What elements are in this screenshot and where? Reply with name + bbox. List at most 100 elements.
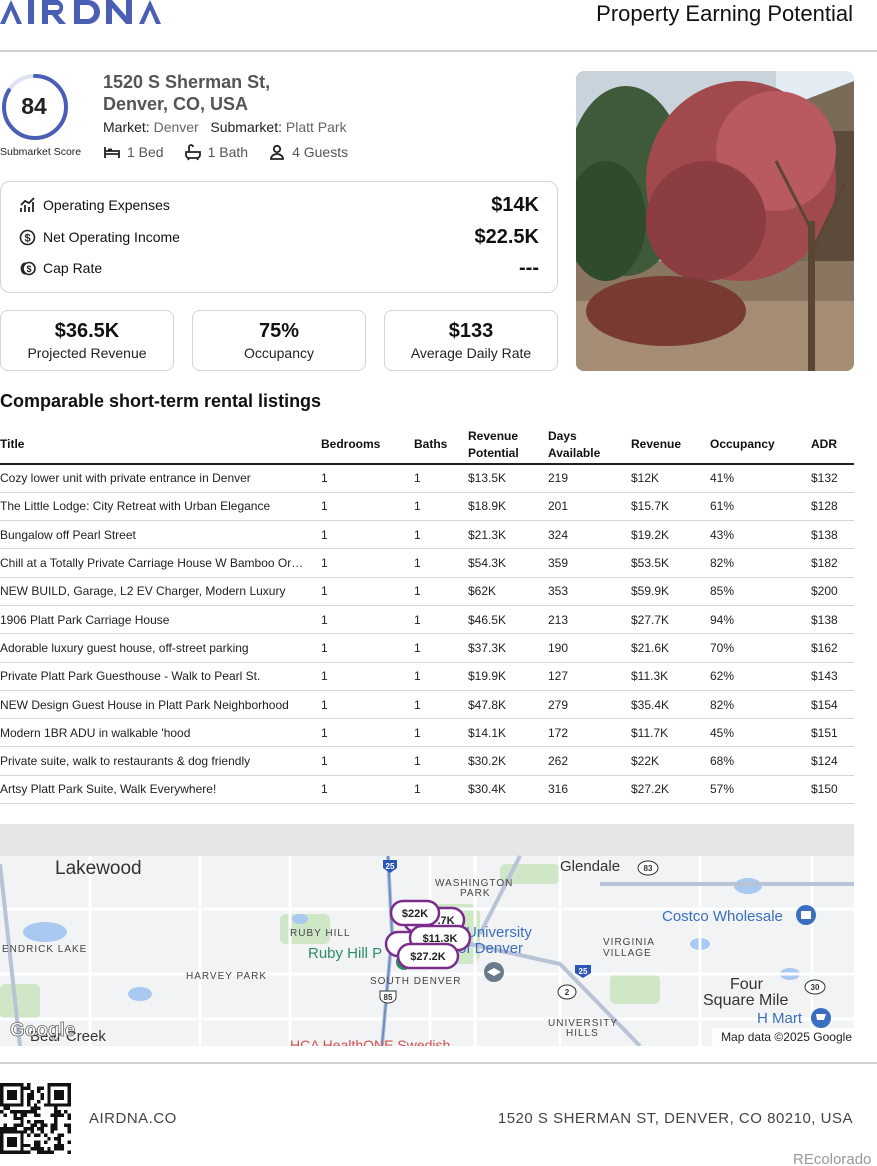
map-label-costco: Costco Wholesale — [662, 908, 783, 925]
market-value: Denver — [153, 119, 199, 135]
cell-occupancy: 57% — [710, 775, 811, 805]
cell-revenue-potential: $30.4K — [468, 775, 548, 805]
cell-title: The Little Lodge: City Retreat with Urba… — [0, 492, 321, 522]
map-label-hmart: H Mart — [757, 1010, 803, 1027]
map-label-glendale: Glendale — [560, 858, 620, 875]
hmart-pin-icon[interactable] — [811, 1008, 831, 1028]
map-label-south-denver: SOUTH DENVER — [370, 976, 461, 987]
cell-baths: 1 — [414, 548, 468, 578]
cell-revenue-potential: $30.2K — [468, 746, 548, 776]
cell-adr: $143 — [811, 662, 854, 691]
costco-pin-icon[interactable] — [796, 905, 816, 925]
cell-bedrooms: 1 — [321, 690, 414, 720]
guests-count: 4 Guests — [292, 144, 349, 160]
price-pin[interactable]: $27.2K — [396, 942, 460, 970]
google-logo: Google — [10, 1020, 75, 1041]
table-row[interactable]: Adorable luxury guest house, off-street … — [0, 633, 854, 663]
cell-days-available: 324 — [548, 520, 631, 550]
header-line: Days — [548, 428, 577, 443]
table-row[interactable]: Modern 1BR ADU in walkable 'hood 1 1 $14.1K… — [0, 718, 854, 748]
cell-adr: $200 — [811, 577, 854, 606]
cell-occupancy: 43% — [710, 520, 811, 550]
amenities: 1 Bed 1 Bath 4 Guests — [103, 143, 348, 161]
column-header-revenue[interactable]: Revenue — [631, 426, 710, 465]
property-address: 1520 S Sherman St, Denver, CO, USA — [103, 71, 270, 115]
route-shield-30: 30 — [804, 979, 826, 995]
price-pin[interactable]: $22K — [389, 899, 441, 927]
cell-baths: 1 — [414, 662, 468, 691]
cell-revenue-potential: $14.1K — [468, 718, 548, 748]
table-row[interactable]: Cozy lower unit with private entrance in… — [0, 464, 854, 493]
expenses-chart-icon — [20, 196, 35, 212]
cell-bedrooms: 1 — [321, 718, 414, 748]
cell-title: NEW BUILD, Garage, L2 EV Charger, Modern… — [0, 577, 321, 606]
footer-divider — [0, 1062, 877, 1064]
metric-value: 75% — [258, 320, 300, 342]
cell-days-available: 127 — [548, 662, 631, 691]
table-row[interactable]: Private Platt Park Guesthouse - Walk to … — [0, 662, 854, 691]
metric-projected-revenue: $36.5K Projected Revenue — [0, 310, 174, 371]
metric-value: $36.5K — [54, 320, 120, 342]
table-row[interactable]: Chill at a Totally Private Carriage Hous… — [0, 548, 854, 578]
map-label-four: Four — [730, 976, 764, 993]
cell-days-available: 353 — [548, 577, 631, 606]
cell-bedrooms: 1 — [321, 464, 414, 493]
column-header-title[interactable]: Title — [0, 426, 321, 465]
column-header-revenue-potential[interactable]: Revenue Potential — [468, 426, 548, 465]
cell-revenue: $27.2K — [631, 775, 710, 805]
cell-baths: 1 — [414, 690, 468, 720]
submarket-label: Submarket: — [210, 119, 282, 135]
column-header-bedrooms[interactable]: Bedrooms — [321, 426, 414, 465]
table-row[interactable]: Artsy Platt Park Suite, Walk Everywhere!… — [0, 775, 854, 805]
cell-title: Private suite, walk to restaurants & dog… — [0, 746, 321, 776]
cell-occupancy: 61% — [710, 492, 811, 522]
column-header-baths[interactable]: Baths — [414, 426, 468, 465]
metric-value: $133 — [448, 320, 494, 342]
cap-rate-label: Cap Rate — [43, 260, 103, 276]
map-label-ruby-hill-park: Ruby Hill P — [308, 945, 382, 962]
comparables-map[interactable]: Lakewood Glendale WASHINGTON PARK RUBY H… — [0, 824, 854, 1046]
table-row[interactable]: Bungalow off Pearl Street 1 1 $21.3K 324 $19.… — [0, 520, 854, 550]
cell-revenue-potential: $13.5K — [468, 464, 548, 493]
cell-title: Chill at a Totally Private Carriage Hous… — [0, 548, 321, 578]
svg-text:$: $ — [24, 232, 30, 244]
map-label-harvey-park: HARVEY PARK — [186, 971, 267, 982]
operating-expenses-label: Operating Expenses — [43, 197, 170, 213]
dollar-circle-icon: $ — [19, 229, 36, 245]
cell-adr: $151 — [811, 718, 854, 748]
column-header-occupancy[interactable]: Occupancy — [710, 426, 811, 465]
table-row[interactable]: NEW Design Guest House in Platt Park Nei… — [0, 690, 854, 720]
cell-revenue-potential: $19.9K — [468, 662, 548, 691]
svg-text:$: $ — [26, 264, 31, 274]
table-row[interactable]: 1906 Platt Park Carriage House 1 1 $46.5K 21… — [0, 605, 854, 635]
comparables-body: Cozy lower unit with private entrance in… — [0, 464, 854, 805]
footer-address: 1520 S SHERMAN ST, DENVER, CO 80210, USA — [497, 1110, 853, 1127]
table-row[interactable]: The Little Lodge: City Retreat with Urba… — [0, 492, 854, 522]
metric-occupancy: 75% Occupancy — [192, 310, 366, 371]
route-number: 25 — [579, 967, 588, 976]
bath-icon — [184, 144, 201, 161]
cell-days-available: 316 — [548, 775, 631, 805]
metric-average-daily-rate: $133 Average Daily Rate — [384, 310, 558, 371]
cell-bedrooms: 1 — [321, 548, 414, 578]
column-header-adr[interactable]: ADR — [811, 426, 854, 465]
university-pin-icon[interactable] — [484, 962, 504, 982]
table-row[interactable]: NEW BUILD, Garage, L2 EV Charger, Modern… — [0, 577, 854, 606]
map-label-lakewood: Lakewood — [55, 858, 142, 879]
cell-adr: $128 — [811, 492, 854, 522]
cell-baths: 1 — [414, 633, 468, 663]
table-row[interactable]: Private suite, walk to restaurants & dog… — [0, 746, 854, 776]
cell-revenue-potential: $47.8K — [468, 690, 548, 720]
cell-adr: $124 — [811, 746, 854, 776]
route-number: 25 — [386, 862, 395, 871]
baths-count: 1 Bath — [207, 144, 249, 160]
cell-days-available: 213 — [548, 605, 631, 635]
market-line: Market: Denver Submarket: Platt Park — [103, 119, 347, 135]
column-header-days-available[interactable]: Days Available — [548, 426, 631, 465]
map-attribution[interactable]: Map data ©2025 Google — [721, 1030, 852, 1044]
noi-label: Net Operating Income — [43, 229, 180, 245]
cell-revenue: $22K — [631, 746, 710, 776]
pin-label: $27.2K — [410, 951, 446, 963]
footer-site[interactable]: AIRDNA.CO — [89, 1110, 177, 1127]
cell-adr: $182 — [811, 548, 854, 578]
